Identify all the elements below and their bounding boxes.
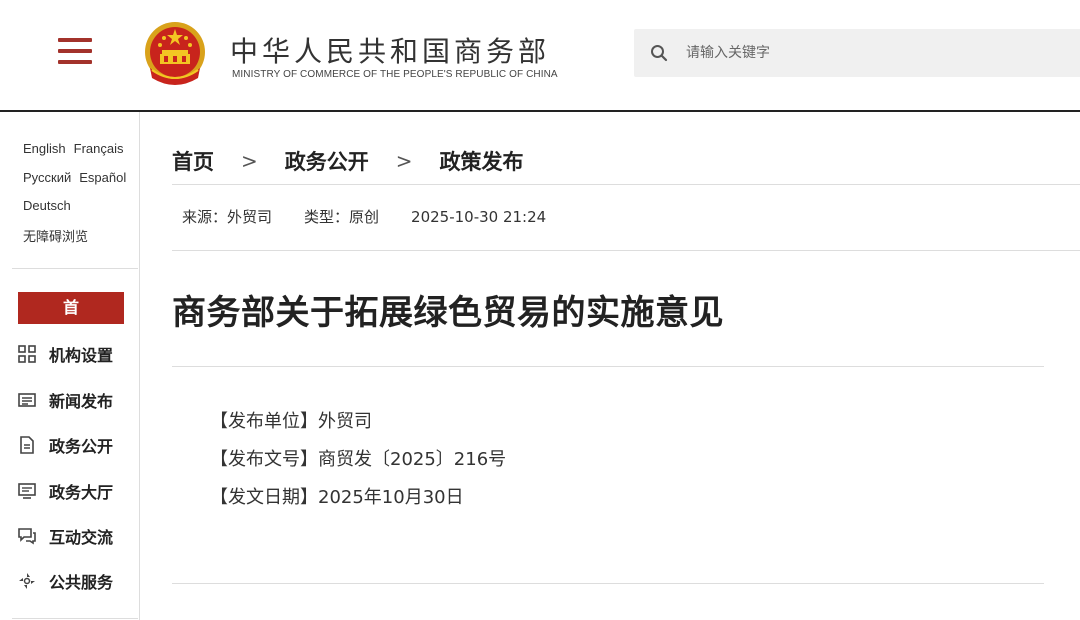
lang-spanish[interactable]: Español	[79, 170, 126, 185]
article-datetime: 2025-10-30 21:24	[411, 208, 547, 226]
sidebar-item-label: 机构设置	[49, 346, 114, 365]
site-name-english: MINISTRY OF COMMERCE OF THE PEOPLE'S REP…	[232, 69, 558, 80]
sidebar-item-service-hall[interactable]: 政务大厅	[18, 478, 113, 504]
lang-german[interactable]: Deutsch	[23, 198, 71, 213]
language-links-row-1: English Français	[23, 141, 132, 156]
site-header: 中华人民共和国商务部 MINISTRY OF COMMERCE OF THE P…	[0, 0, 1080, 112]
divider	[172, 583, 1044, 584]
sidebar-home-button[interactable]: 首 页	[18, 292, 124, 349]
search-icon[interactable]	[650, 44, 668, 62]
site-name: 中华人民共和国商务部	[230, 35, 551, 68]
news-icon	[18, 391, 36, 409]
breadcrumb-home[interactable]: 首页	[172, 146, 214, 176]
national-emblem-icon	[145, 22, 205, 85]
document-icon	[18, 436, 36, 454]
divider	[172, 184, 1080, 185]
lang-russian[interactable]: Русский	[23, 170, 71, 185]
sidebar-divider	[12, 268, 138, 269]
sidebar-item-label: 政务公开	[49, 437, 114, 456]
accessibility-link[interactable]: 无障碍浏览	[23, 229, 88, 244]
chevron-right-icon: >	[395, 149, 413, 173]
menu-icon[interactable]	[58, 38, 92, 66]
monitor-icon	[18, 482, 36, 500]
article-doc-number: 【发布文号】商贸发〔2025〕216号	[210, 449, 507, 470]
search-input[interactable]	[686, 37, 1066, 69]
language-links-row-4: 无障碍浏览	[23, 226, 96, 245]
breadcrumb: 首页 > 政务公开 > 政策发布	[172, 146, 524, 176]
article-type: 类型：原创	[304, 208, 380, 226]
sidebar-divider	[12, 618, 138, 619]
divider	[172, 250, 1080, 251]
breadcrumb-government-affairs[interactable]: 政务公开	[285, 146, 369, 176]
sidebar-item-label: 互动交流	[49, 528, 114, 547]
lang-english[interactable]: English	[23, 141, 66, 156]
article-title: 商务部关于拓展绿色贸易的实施意见	[172, 293, 724, 333]
service-icon	[18, 572, 36, 590]
sidebar-item-label: 政务大厅	[49, 483, 114, 502]
lang-french[interactable]: Français	[74, 141, 124, 156]
article-publisher: 【发布单位】外贸司	[210, 411, 372, 432]
chevron-right-icon: >	[241, 149, 258, 173]
chat-icon	[18, 527, 36, 545]
sidebar: English Français Русский Español Deutsch 无…	[0, 112, 140, 620]
org-grid-icon	[18, 345, 36, 363]
article-source: 来源：外贸司	[182, 208, 273, 226]
sidebar-item-label: 新闻发布	[49, 392, 114, 411]
article-issue-date: 【发文日期】2025年10月30日	[210, 487, 464, 508]
sidebar-item-public-service[interactable]: 公共服务	[18, 568, 113, 594]
article-meta: 来源：外贸司 类型：原创 2025-10-30 21:24	[182, 206, 578, 227]
sidebar-item-government-affairs[interactable]: 政务公开	[18, 432, 113, 458]
breadcrumb-policy-release[interactable]: 政策发布	[440, 146, 524, 176]
language-links-row-3: Deutsch	[23, 198, 79, 213]
language-links-row-2: Русский Español	[23, 170, 134, 185]
sidebar-item-organization[interactable]: 机构设置	[18, 341, 113, 367]
sidebar-item-interaction[interactable]: 互动交流	[18, 523, 113, 549]
sidebar-item-label: 公共服务	[49, 573, 114, 592]
sidebar-item-news[interactable]: 新闻发布	[18, 387, 113, 413]
divider	[172, 366, 1044, 367]
